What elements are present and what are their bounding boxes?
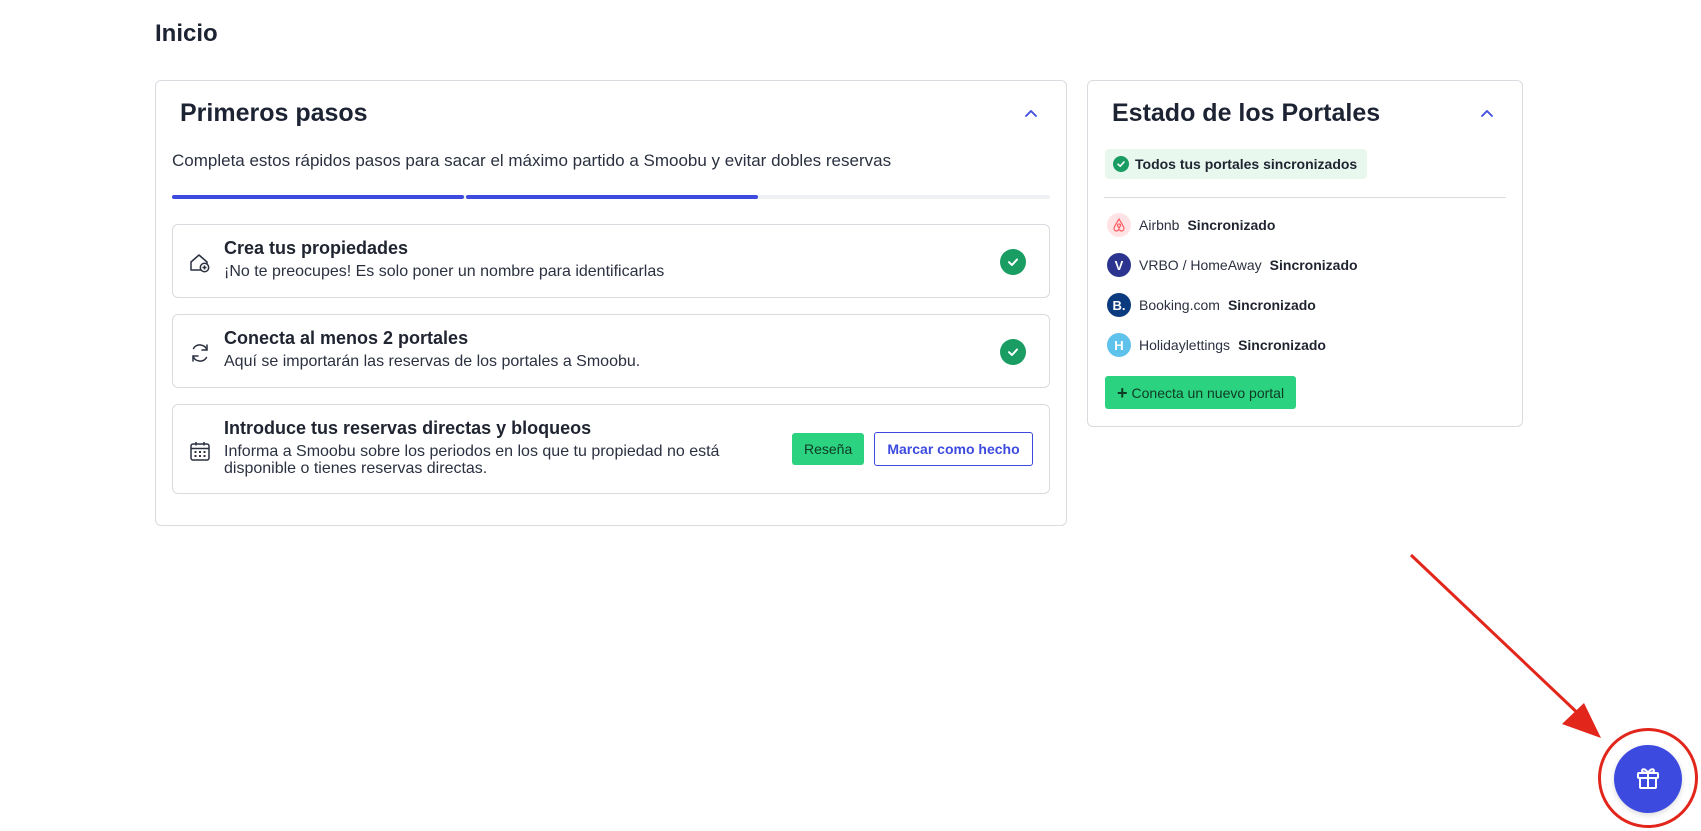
mark-done-button[interactable]: Marcar como hecho bbox=[874, 432, 1033, 466]
getting-started-card: Primeros pasos Completa estos rápidos pa… bbox=[155, 80, 1067, 526]
getting-started-description: Completa estos rápidos pasos para sacar … bbox=[172, 151, 892, 170]
step-title: Conecta al menos 2 portales bbox=[224, 328, 469, 348]
step-direct-bookings[interactable]: Introduce tus reservas directas y bloque… bbox=[172, 404, 1050, 494]
portal-item-holidaylettings: H Holidaylettings Sincronizado bbox=[1107, 333, 1326, 357]
holidaylettings-logo-icon: H bbox=[1107, 333, 1131, 357]
portal-item-booking: B. Booking.com Sincronizado bbox=[1107, 293, 1316, 317]
review-button[interactable]: Reseña bbox=[792, 433, 865, 465]
portal-status: Sincronizado bbox=[1238, 337, 1326, 353]
step-connect-portals[interactable]: Conecta al menos 2 portales Aquí se impo… bbox=[172, 314, 1050, 388]
sync-status-text: Todos tus portales sincronizados bbox=[1135, 156, 1358, 172]
page-title: Inicio bbox=[155, 20, 218, 47]
progress-segment-2 bbox=[466, 195, 758, 199]
portal-name: Airbnb bbox=[1139, 217, 1180, 233]
step-description: Informa a Smoobu sobre los periodos en l… bbox=[224, 443, 720, 477]
airbnb-logo-icon bbox=[1107, 213, 1131, 237]
connect-portal-button[interactable]: + Conecta un nuevo portal bbox=[1105, 376, 1297, 409]
progress-segment-1 bbox=[172, 195, 464, 199]
portal-status: Sincronizado bbox=[1227, 297, 1316, 313]
portal-item-airbnb: Airbnb Sincronizado bbox=[1107, 213, 1275, 237]
steps-progress-bar bbox=[172, 195, 1050, 199]
sync-icon bbox=[188, 341, 212, 365]
booking-logo-icon: B. bbox=[1107, 293, 1131, 317]
check-circle-icon bbox=[1000, 249, 1026, 275]
divider bbox=[1104, 197, 1506, 198]
step-title: Crea tus propiedades bbox=[224, 238, 409, 258]
gift-icon bbox=[1633, 762, 1663, 797]
portal-name: Booking.com bbox=[1139, 297, 1220, 313]
check-circle-icon bbox=[1000, 339, 1026, 365]
portal-name: VRBO / HomeAway bbox=[1139, 257, 1262, 273]
house-add-icon bbox=[188, 251, 212, 275]
vrbo-logo-icon: V bbox=[1107, 253, 1131, 277]
step-title: Introduce tus reservas directas y bloque… bbox=[224, 418, 592, 438]
sync-status-badge: Todos tus portales sincronizados bbox=[1105, 149, 1368, 179]
chevron-up-icon[interactable] bbox=[1022, 105, 1040, 123]
step-description: ¡No te preocupes! Es solo poner un nombr… bbox=[224, 263, 665, 280]
portal-name: Holidaylettings bbox=[1139, 337, 1231, 353]
getting-started-title: Primeros pasos bbox=[180, 99, 368, 127]
check-circle-icon bbox=[1113, 156, 1129, 172]
portal-status-title: Estado de los Portales bbox=[1112, 99, 1381, 127]
connect-portal-label: Conecta un nuevo portal bbox=[1131, 384, 1285, 401]
portal-status: Sincronizado bbox=[1269, 257, 1358, 273]
gift-button[interactable] bbox=[1614, 745, 1682, 813]
plus-icon: + bbox=[1117, 382, 1128, 403]
chevron-up-icon[interactable] bbox=[1478, 105, 1496, 123]
portal-status: Sincronizado bbox=[1187, 217, 1276, 233]
step-description: Aquí se importarán las reservas de los p… bbox=[224, 353, 641, 370]
portal-status-card: Estado de los Portales Todos tus portale… bbox=[1087, 80, 1523, 427]
portal-item-vrbo: V VRBO / HomeAway Sincronizado bbox=[1107, 253, 1358, 277]
step-create-properties[interactable]: Crea tus propiedades ¡No te preocupes! E… bbox=[172, 224, 1050, 298]
calendar-icon bbox=[188, 439, 212, 463]
